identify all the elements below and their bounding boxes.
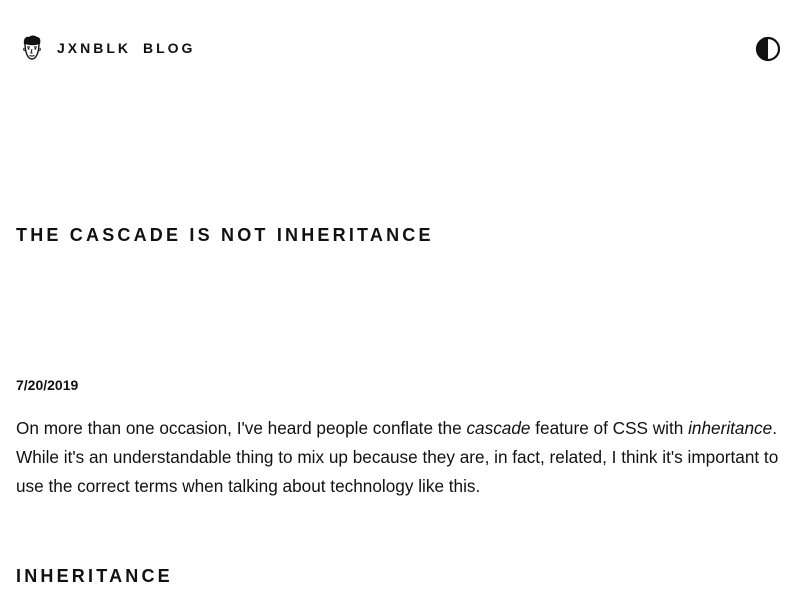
site-header: JXNBLK BLOG [0,0,800,96]
post-title: THE CASCADE IS NOT INHERITANCE [16,225,434,245]
nav-brand-link[interactable]: JXNBLK [57,39,131,57]
post-intro-paragraph: On more than one occasion, I've heard pe… [16,414,784,501]
nav-blog-link[interactable]: BLOG [143,39,195,57]
contrast-icon [755,36,781,62]
face-avatar-icon [23,35,41,60]
intro-emphasis-inheritance: inheritance [688,418,773,438]
intro-emphasis-cascade: cascade [466,418,531,438]
page: JXNBLK BLOG THE CASCADE IS NOT INHERITAN… [0,0,800,600]
theme-toggle-button[interactable] [755,36,781,62]
section-heading-inheritance: INHERITANCE [16,566,173,586]
intro-text-2: feature of CSS with [530,418,689,438]
post-date: 7/20/2019 [16,377,79,393]
home-logo-link[interactable] [20,34,44,62]
intro-text-1: On more than one occasion, I've heard pe… [16,418,467,438]
